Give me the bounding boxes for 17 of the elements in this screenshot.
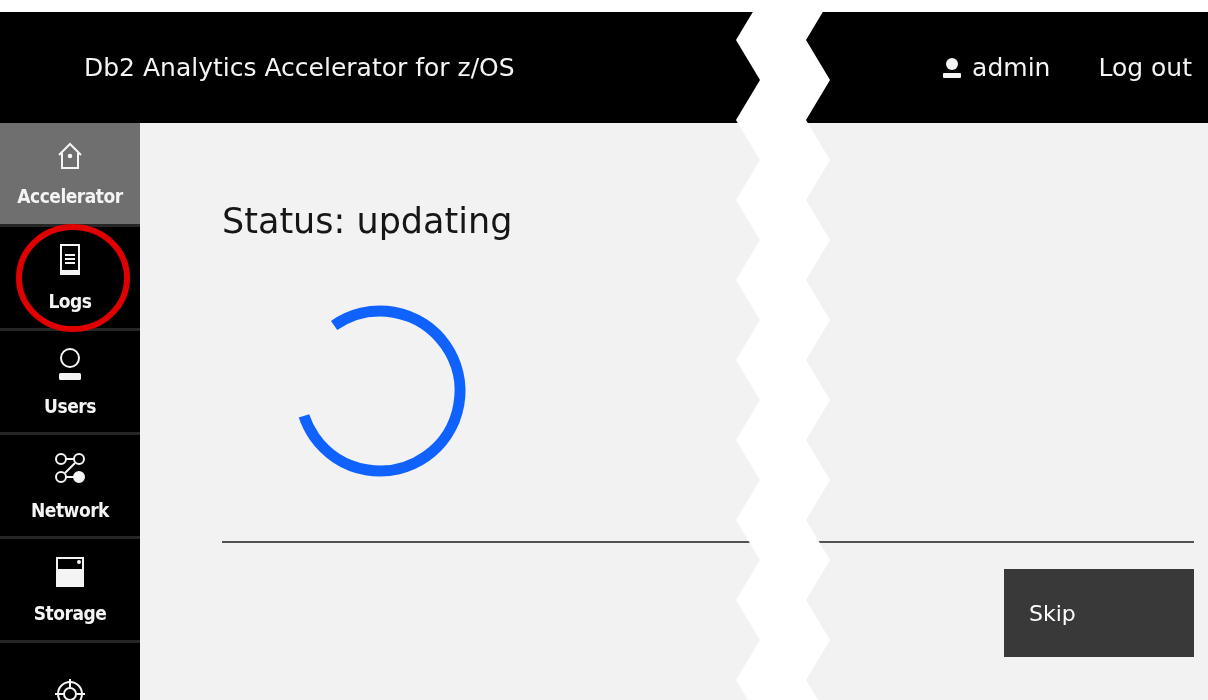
- logout-link[interactable]: Log out: [1098, 53, 1192, 82]
- document-icon: [59, 243, 81, 276]
- crosshair-icon: [54, 677, 86, 700]
- sidebar-item-label: Network: [31, 498, 109, 521]
- sidebar-item-label: Logs: [48, 289, 92, 312]
- user-icon: [56, 346, 84, 381]
- storage-icon: [55, 555, 85, 588]
- status-heading: Status: updating: [222, 201, 514, 241]
- sidebar-item-label: Accelerator: [17, 184, 123, 207]
- sidebar-item[interactable]: Accelerator: [0, 123, 140, 227]
- app-title: Db2 Analytics Accelerator for z/OS: [84, 53, 516, 82]
- sidebar-item-label: Storage: [33, 601, 107, 624]
- skip-button[interactable]: Skip: [1004, 569, 1194, 657]
- sidebar-item-label: Users: [44, 394, 96, 417]
- user-name: admin: [972, 53, 1051, 82]
- network-icon: [53, 450, 87, 485]
- user-icon: [942, 56, 963, 79]
